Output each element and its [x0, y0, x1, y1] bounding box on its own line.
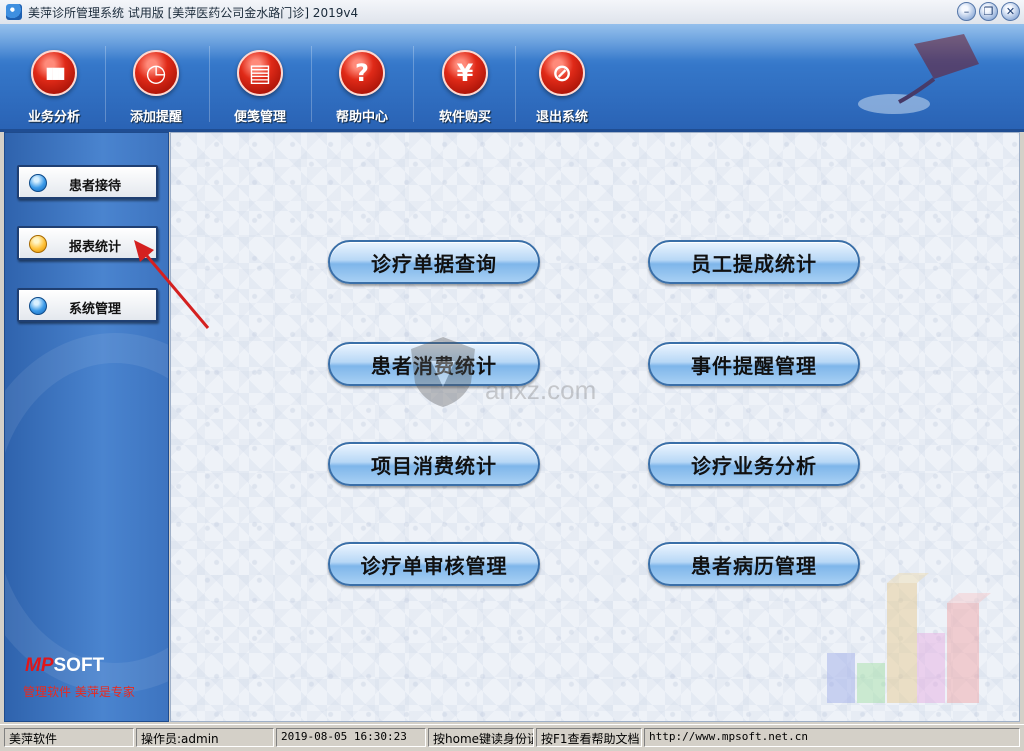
main-toolbar: ▮▮▮ 业务分析 ◷ 添加提醒 ▤ 便笺管理 ? 帮助中心 ¥ 软件购买 ⊘ 退… [0, 24, 1024, 132]
minimize-icon[interactable]: – [957, 2, 976, 21]
shield-icon [411, 337, 475, 407]
brand-logo: MPSOFT [25, 655, 105, 676]
watermark: anxz.com [403, 331, 623, 421]
item-spending-button[interactable]: 项目消费统计 [328, 442, 540, 486]
close-icon[interactable]: ✕ [1001, 2, 1020, 21]
toolbar-label: 软件购买 [438, 110, 491, 125]
blue-orb-icon [29, 297, 47, 315]
status-app-name: 美萍软件 [4, 728, 134, 747]
toolbar-purchase-button[interactable]: ¥ 软件购买 [415, 42, 515, 126]
event-reminder-button[interactable]: 事件提醒管理 [648, 342, 860, 386]
brand-slogan: 管理软件 美萍是专家 [23, 685, 135, 699]
sidebar-item-patient-reception[interactable]: 患者接待 [17, 165, 158, 199]
toolbar-business-analysis-button[interactable]: ▮▮▮ 业务分析 [4, 42, 104, 126]
sidebar-item-label: 患者接待 [69, 179, 122, 194]
toolbar-label: 添加提醒 [129, 110, 182, 125]
restore-icon[interactable]: ❐ [979, 2, 998, 21]
toolbar-label: 退出系统 [535, 110, 588, 125]
clock-icon: ◷ [133, 50, 179, 96]
medicine-bottle-decoration [858, 34, 979, 114]
app-icon [6, 4, 22, 20]
status-datetime: 2019-08-05 16:30:23 [276, 728, 426, 747]
status-bar: 美萍软件 操作员:admin 2019-08-05 16:30:23 按home… [0, 724, 1024, 751]
blue-orb-icon [29, 174, 47, 192]
toolbar-exit-button[interactable]: ⊘ 退出系统 [512, 42, 612, 126]
status-hint-home: 按home键读身份证 [428, 728, 534, 747]
window-title: 美萍诊所管理系统 试用版 [美萍医药公司金水路门诊] 2019v4 [28, 6, 359, 20]
annotation-arrow [134, 240, 210, 329]
staff-commission-button[interactable]: 员工提成统计 [648, 240, 860, 284]
status-url: http://www.mpsoft.net.cn [644, 728, 1020, 747]
left-sidebar: 患者接待 报表统计 系统管理 MPSOFT 管理软件 美萍是专家 [4, 132, 169, 722]
main-content: 诊疗单据查询 员工提成统计 患者消费统计 事件提醒管理 项目消费统计 诊疗业务分… [170, 132, 1020, 722]
yen-icon: ¥ [442, 50, 488, 96]
title-bar: 美萍诊所管理系统 试用版 [美萍医药公司金水路门诊] 2019v4 – ❐ ✕ [0, 0, 1024, 25]
watermark-text: anxz.com [485, 375, 597, 405]
toolbar-label: 业务分析 [27, 110, 80, 125]
toolbar-label: 便笺管理 [233, 110, 286, 125]
notepad-icon: ▤ [237, 50, 283, 96]
decorative-bar-chart [827, 573, 991, 703]
sidebar-item-label: 系统管理 [69, 302, 122, 317]
yellow-orb-icon [29, 235, 47, 253]
doc-audit-button[interactable]: 诊疗单审核管理 [328, 542, 540, 586]
help-icon: ? [339, 50, 385, 96]
toolbar-label: 帮助中心 [335, 110, 388, 125]
toolbar-notes-button[interactable]: ▤ 便笺管理 [210, 42, 310, 126]
sidebar-item-label: 报表统计 [69, 240, 122, 255]
bar-chart-icon: ▮▮▮ [31, 50, 77, 96]
status-operator: 操作员:admin [136, 728, 274, 747]
toolbar-help-button[interactable]: ? 帮助中心 [312, 42, 412, 126]
status-hint-f1: 按F1查看帮助文档 [536, 728, 642, 747]
exit-icon: ⊘ [539, 50, 585, 96]
doc-query-button[interactable]: 诊疗单据查询 [328, 240, 540, 284]
business-analysis-button[interactable]: 诊疗业务分析 [648, 442, 860, 486]
toolbar-add-reminder-button[interactable]: ◷ 添加提醒 [106, 42, 206, 126]
window-controls: – ❐ ✕ [957, 2, 1020, 21]
